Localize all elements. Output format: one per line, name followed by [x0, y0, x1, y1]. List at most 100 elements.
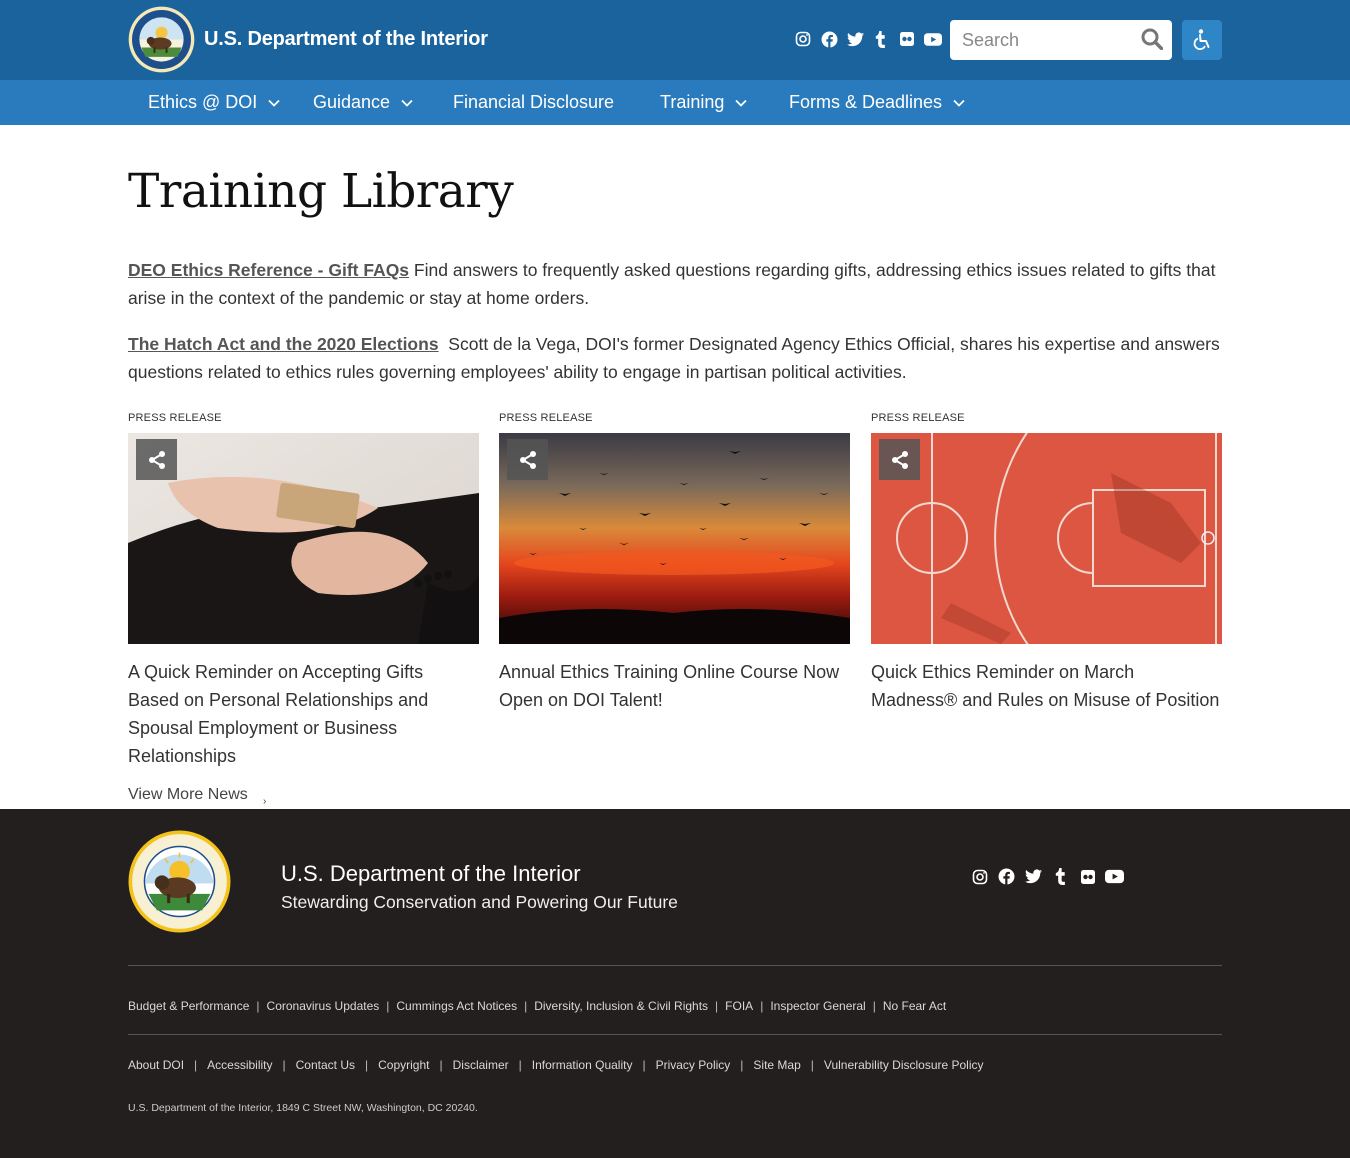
tumblr-icon[interactable]	[872, 30, 890, 48]
chevron-down-icon	[267, 96, 281, 110]
instagram-icon[interactable]	[970, 867, 989, 886]
site-footer: U.S. Department of the Interior Stewardi…	[0, 809, 1350, 1158]
nav-item-label: Ethics @ DOI	[148, 92, 258, 112]
card-tag: PRESS RELEASE	[499, 412, 593, 424]
card-title[interactable]: A Quick Reminder on Accepting Gifts Base…	[128, 658, 479, 770]
nav-item-forms-deadlines[interactable]: Forms & Deadlines	[789, 80, 966, 125]
share-icon	[148, 450, 165, 469]
share-icon	[519, 450, 536, 469]
news-card[interactable]: PRESS RELEASE Annual Ethics Training Onl…	[499, 412, 850, 714]
social-links-header	[794, 30, 942, 48]
share-icon	[891, 450, 908, 469]
gift-faqs-link[interactable]: DEO Ethics Reference - Gift FAQs	[128, 260, 409, 280]
top-bar: U.S. Department of the Interior	[0, 0, 1350, 80]
chevron-down-icon	[952, 96, 966, 110]
footer-link-diversity[interactable]: Diversity, Inclusion & Civil Rights	[534, 999, 708, 1013]
card-image-sunset[interactable]	[499, 433, 850, 644]
facebook-icon[interactable]	[997, 867, 1016, 886]
footer-divider	[128, 965, 1222, 966]
nav-item-ethics-doi[interactable]: Ethics @ DOI	[148, 80, 281, 125]
nav-item-label: Guidance	[313, 92, 391, 112]
site-title[interactable]: U.S. Department of the Interior	[204, 28, 488, 51]
link-separator: |	[365, 1058, 369, 1072]
instagram-icon[interactable]	[794, 30, 812, 48]
link-separator: |	[194, 1058, 198, 1072]
card-image-basketball-court[interactable]	[871, 433, 1222, 644]
footer-divider	[128, 1034, 1222, 1035]
footer-tagline: Stewarding Conservation and Powering Our…	[281, 892, 678, 912]
accessibility-button[interactable]	[1182, 20, 1222, 60]
search-box	[950, 20, 1172, 60]
card-title[interactable]: Quick Ethics Reminder on March Madness® …	[871, 658, 1222, 714]
news-card[interactable]: PRESS RELEASE A Quick Reminder on Accept…	[128, 412, 479, 770]
footer-link-accessibility[interactable]: Accessibility	[207, 1058, 272, 1072]
wheelchair-icon	[1193, 29, 1210, 50]
footer-link-no-fear-act[interactable]: No Fear Act	[883, 999, 946, 1013]
footer-link-information-quality[interactable]: Information Quality	[532, 1058, 633, 1072]
link-separator: |	[524, 999, 528, 1013]
card-tag: PRESS RELEASE	[871, 412, 965, 424]
share-button[interactable]	[879, 439, 920, 480]
footer-link-privacy[interactable]: Privacy Policy	[656, 1058, 731, 1072]
link-separator: |	[760, 999, 764, 1013]
chevron-right-icon: ›	[263, 796, 267, 807]
search-icon	[1141, 28, 1164, 51]
footer-title: U.S. Department of the Interior	[281, 861, 581, 886]
twitter-icon[interactable]	[846, 30, 864, 48]
footer-link-about[interactable]: About DOI	[128, 1058, 184, 1072]
link-separator: |	[282, 1058, 286, 1072]
footer-link-site-map[interactable]: Site Map	[753, 1058, 800, 1072]
search-input[interactable]	[950, 20, 1135, 60]
tumblr-icon[interactable]	[1051, 867, 1070, 886]
link-separator: |	[256, 999, 260, 1013]
card-tag: PRESS RELEASE	[128, 412, 222, 424]
twitter-icon[interactable]	[1024, 867, 1043, 886]
reference-item: The Hatch Act and the 2020 Elections Sco…	[128, 330, 1222, 386]
card-image-gift[interactable]	[128, 433, 479, 644]
youtube-icon[interactable]	[1105, 867, 1124, 886]
hatch-act-link[interactable]: The Hatch Act and the 2020 Elections	[128, 334, 439, 354]
search-button[interactable]	[1140, 28, 1164, 52]
link-separator: |	[740, 1058, 744, 1072]
link-separator: |	[872, 999, 876, 1013]
news-card[interactable]: PRESS RELEASE Quick Ethics Reminder on M…	[871, 412, 1222, 714]
footer-link-disclaimer[interactable]: Disclaimer	[453, 1058, 509, 1072]
footer-link-cummings-act[interactable]: Cummings Act Notices	[396, 999, 517, 1013]
link-separator: |	[642, 1058, 646, 1072]
nav-item-label: Forms & Deadlines	[789, 92, 943, 112]
link-separator: |	[518, 1058, 522, 1072]
footer-link-vulnerability-disclosure[interactable]: Vulnerability Disclosure Policy	[824, 1058, 984, 1072]
footer-link-budget[interactable]: Budget & Performance	[128, 999, 249, 1013]
social-links-footer	[970, 867, 1124, 886]
footer-link-foia[interactable]: FOIA	[725, 999, 753, 1013]
doi-seal-logo[interactable]	[128, 830, 231, 933]
view-more-news-link[interactable]: View More News	[128, 786, 248, 804]
link-separator: |	[715, 999, 719, 1013]
card-title[interactable]: Annual Ethics Training Online Course Now…	[499, 658, 850, 714]
link-separator: |	[386, 999, 390, 1013]
doi-seal-logo[interactable]	[128, 6, 195, 73]
share-button[interactable]	[136, 439, 177, 480]
main-nav: Ethics @ DOI Guidance Financial Disclosu…	[0, 80, 1350, 125]
chevron-down-icon	[734, 96, 748, 110]
nav-item-financial-disclosure[interactable]: Financial Disclosure	[453, 80, 614, 125]
flickr-icon[interactable]	[898, 30, 916, 48]
youtube-icon[interactable]	[924, 30, 942, 48]
nav-item-training[interactable]: Training	[660, 80, 748, 125]
footer-links-secondary: About DOI | Accessibility | Contact Us | Co…	[128, 1058, 984, 1072]
footer-link-coronavirus[interactable]: Coronavirus Updates	[267, 999, 380, 1013]
footer-links-primary: Budget & Performance | Coronavirus Update…	[128, 999, 946, 1013]
nav-item-guidance[interactable]: Guidance	[313, 80, 414, 125]
flickr-icon[interactable]	[1078, 867, 1097, 886]
footer-link-copyright[interactable]: Copyright	[378, 1058, 429, 1072]
link-separator: |	[810, 1058, 814, 1072]
footer-link-inspector-general[interactable]: Inspector General	[770, 999, 865, 1013]
page-title: Training Library	[128, 164, 514, 219]
nav-item-label: Training	[660, 92, 725, 112]
nav-item-label: Financial Disclosure	[453, 92, 615, 112]
footer-link-contact[interactable]: Contact Us	[296, 1058, 355, 1072]
footer-address: U.S. Department of the Interior, 1849 C …	[128, 1102, 478, 1114]
link-separator: |	[439, 1058, 443, 1072]
share-button[interactable]	[507, 439, 548, 480]
facebook-icon[interactable]	[820, 30, 838, 48]
